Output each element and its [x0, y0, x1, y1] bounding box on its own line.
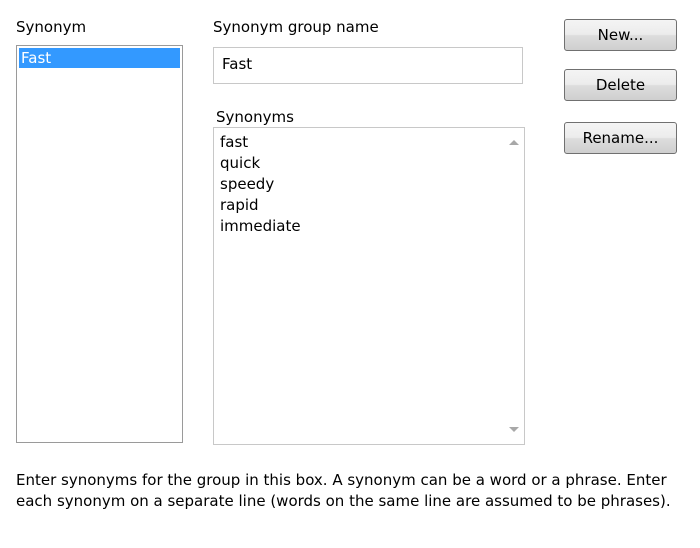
synonym-list-label: Synonym — [16, 18, 87, 36]
scroll-up-arrow-icon[interactable] — [509, 140, 519, 145]
synonym-editor-dialog: Synonym Fast Synonym group name Fast Syn… — [0, 0, 700, 548]
new-button[interactable]: New... — [564, 19, 677, 51]
help-text: Enter synonyms for the group in this box… — [16, 471, 671, 510]
synonym-list[interactable]: Fast — [16, 45, 183, 443]
synonym-line: rapid — [220, 196, 259, 214]
synonym-group-name-input[interactable]: Fast — [213, 47, 523, 84]
synonym-group-name-label: Synonym group name — [213, 18, 379, 36]
synonym-line: fast — [220, 133, 249, 151]
synonym-list-item-fast[interactable]: Fast — [19, 48, 180, 68]
delete-button[interactable]: Delete — [564, 69, 677, 101]
synonyms-scrollbar[interactable] — [504, 128, 524, 444]
synonym-line: quick — [220, 154, 261, 172]
rename-button[interactable]: Rename... — [564, 122, 677, 154]
synonym-line: speedy — [220, 175, 275, 193]
synonyms-textarea[interactable]: fast quick speedy rapid immediate — [213, 127, 525, 445]
synonyms-label: Synonyms — [216, 108, 294, 126]
synonym-line: immediate — [220, 217, 301, 235]
synonyms-text: fast quick speedy rapid immediate — [220, 132, 498, 237]
scroll-down-arrow-icon[interactable] — [509, 427, 519, 432]
